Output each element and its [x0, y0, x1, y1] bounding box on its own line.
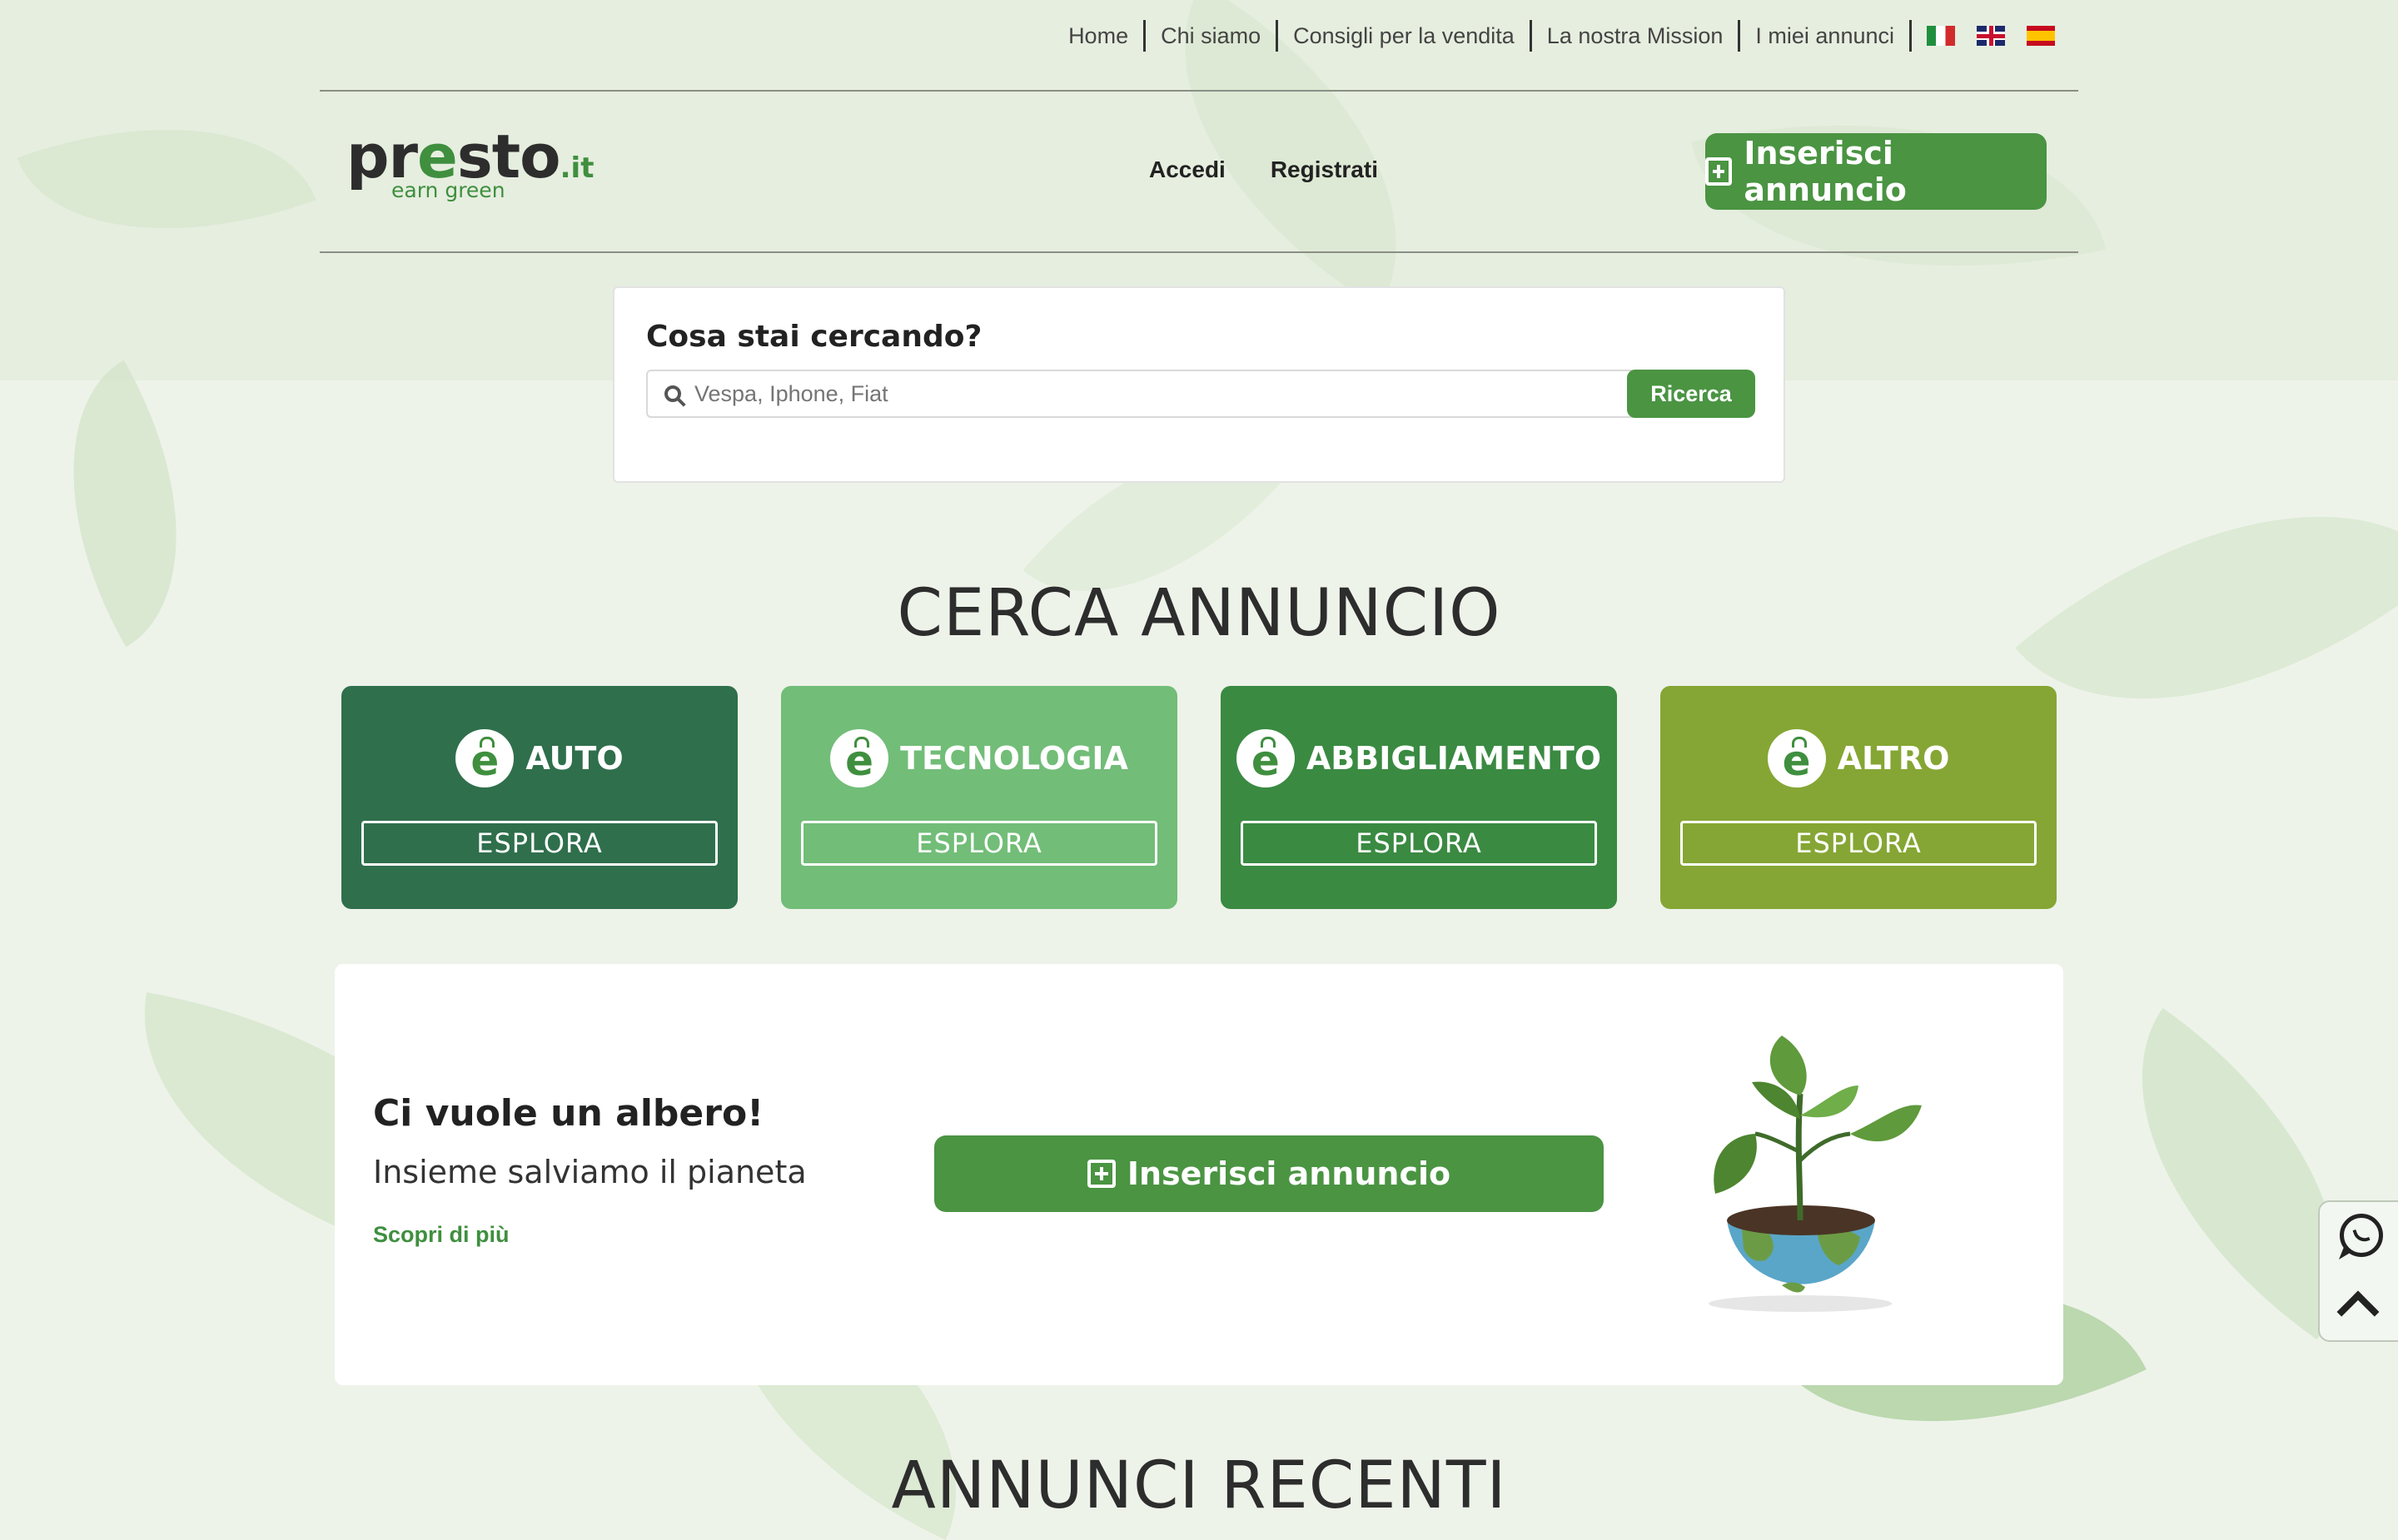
promo-title: Ci vuole un albero!: [373, 1092, 764, 1135]
presto-e-icon: e: [1236, 729, 1295, 787]
register-link[interactable]: Registrati: [1271, 156, 1378, 183]
category-name: TECNOLOGIA: [900, 740, 1128, 777]
nav-chi-siamo[interactable]: Chi siamo: [1146, 20, 1279, 52]
search-card: Cosa stai cercando? Ricerca: [613, 286, 1785, 483]
header-add-listing-label: Inserisci annuncio: [1744, 135, 1907, 208]
categories-section-title: CERCA ANNUNCIO: [897, 576, 1501, 651]
auth-links: Accedi Registrati: [1149, 156, 1378, 183]
recent-section-title: ANNUNCI RECENTI: [891, 1448, 1507, 1523]
search-title: Cosa stai cercando?: [646, 320, 983, 354]
category-card-altro: e ALTRO ESPLORA: [1660, 686, 2057, 909]
presto-e-icon: e: [830, 729, 889, 787]
login-link[interactable]: Accedi: [1149, 156, 1226, 183]
plant-globe-illustration: [1709, 1036, 1922, 1312]
nav-miei-annunci[interactable]: I miei annunci: [1740, 20, 1912, 52]
explore-button[interactable]: ESPLORA: [1680, 821, 2037, 866]
promo-subtitle: Insieme salviamo il pianeta: [373, 1154, 807, 1190]
site-logo[interactable]: presto.it earn green: [346, 127, 595, 202]
logo-tagline: earn green: [391, 178, 505, 202]
side-widget: [2318, 1200, 2398, 1342]
explore-button[interactable]: ESPLORA: [801, 821, 1157, 866]
category-name: ALTRO: [1837, 740, 1950, 777]
promo-card: Ci vuole un albero! Insieme salviamo il …: [335, 964, 2063, 1385]
explore-button[interactable]: ESPLORA: [361, 821, 718, 866]
plus-square-icon: [1705, 157, 1733, 186]
whatsapp-icon[interactable]: [2340, 1214, 2383, 1257]
nav-home[interactable]: Home: [1053, 20, 1147, 52]
presto-e-icon: e: [1767, 729, 1826, 787]
plus-square-icon: [1087, 1160, 1116, 1188]
promo-add-listing-button[interactable]: Inserisci annuncio: [934, 1135, 1604, 1212]
nav-mission[interactable]: La nostra Mission: [1532, 20, 1741, 52]
search-button[interactable]: Ricerca: [1627, 370, 1755, 418]
category-card-tecnologia: e TECNOLOGIA ESPLORA: [781, 686, 1177, 909]
search-icon: [664, 385, 681, 402]
category-name: ABBIGLIAMENTO: [1306, 740, 1602, 777]
search-input[interactable]: [693, 380, 1612, 408]
category-name: AUTO: [525, 740, 624, 777]
nav-consigli[interactable]: Consigli per la vendita: [1278, 20, 1532, 52]
header-add-listing-button[interactable]: Inserisci annuncio: [1705, 133, 2047, 210]
divider: [320, 251, 2078, 253]
search-field[interactable]: [646, 370, 1647, 418]
logo-tld: .it: [560, 152, 595, 185]
divider: [320, 90, 2078, 92]
flag-italy-icon[interactable]: [1927, 26, 1955, 46]
promo-add-listing-label: Inserisci annuncio: [1127, 1155, 1451, 1192]
category-card-auto: e AUTO ESPLORA: [341, 686, 738, 909]
scroll-top-icon[interactable]: [2336, 1290, 2380, 1334]
learn-more-link[interactable]: Scopri di più: [373, 1222, 510, 1248]
top-navigation: Home Chi siamo Consigli per la vendita L…: [1053, 20, 2055, 52]
presto-e-icon: e: [455, 729, 515, 787]
explore-button[interactable]: ESPLORA: [1241, 821, 1597, 866]
flag-spain-icon[interactable]: [2027, 26, 2055, 46]
category-card-abbigliamento: e ABBIGLIAMENTO ESPLORA: [1221, 686, 1617, 909]
flag-uk-icon[interactable]: [1977, 26, 2005, 46]
